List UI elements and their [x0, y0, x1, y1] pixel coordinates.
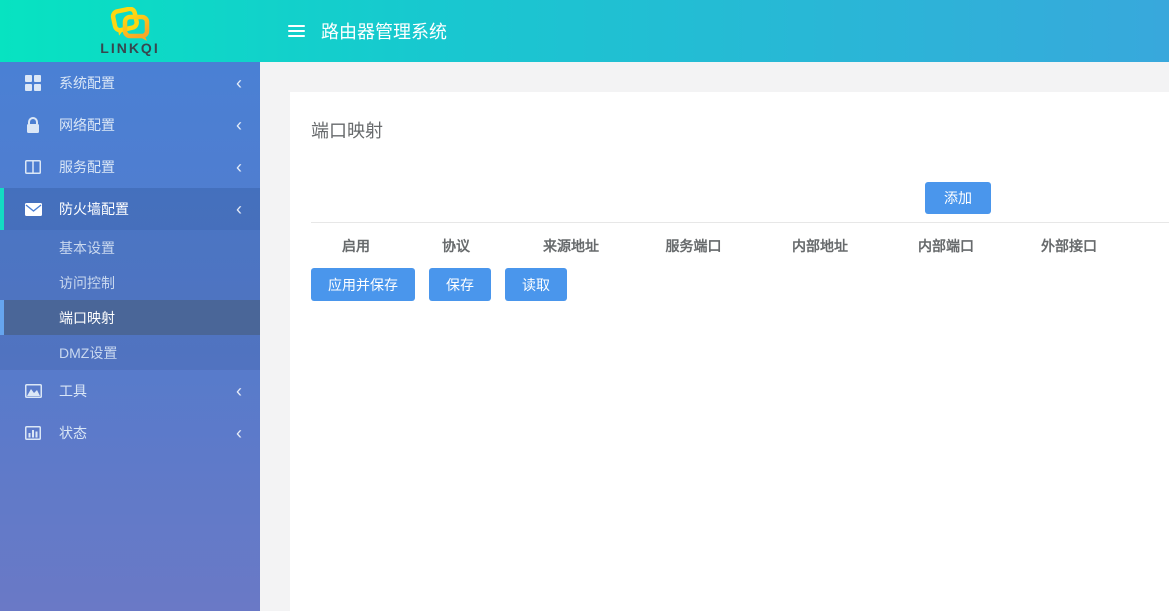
sidebar-subitem-dmz-settings[interactable]: DMZ设置 — [0, 335, 260, 370]
sidebar: 系统配置 ‹ 网络配置 ‹ 服务配置 ‹ 防火墙配置 — [0, 62, 260, 611]
top-header: LINKQI 路由器管理系统 — [0, 0, 1169, 62]
port-mapping-panel: 端口映射 添加 启用 协议 来源地址 服务端口 内部地址 — [290, 92, 1169, 611]
col-enable: 启用 — [311, 223, 401, 268]
save-button[interactable]: 保存 — [429, 268, 491, 301]
chevron-left-icon: ‹ — [236, 200, 242, 218]
chevron-left-icon: ‹ — [236, 158, 242, 176]
col-source-address: 来源地址 — [511, 223, 631, 268]
sidebar-item-system-config[interactable]: 系统配置 ‹ — [0, 62, 260, 104]
sidebar-item-network-config[interactable]: 网络配置 ‹ — [0, 104, 260, 146]
menu-toggle-icon[interactable] — [288, 25, 305, 37]
grid-icon — [24, 74, 42, 92]
lock-icon — [24, 116, 42, 134]
logo: LINKQI — [0, 0, 260, 62]
col-internal-port: 内部端口 — [884, 223, 1008, 268]
apply-and-save-button[interactable]: 应用并保存 — [311, 268, 415, 301]
sidebar-item-status[interactable]: 状态 ‹ — [0, 412, 260, 454]
col-internal-address: 内部地址 — [756, 223, 884, 268]
sidebar-item-label: 服务配置 — [59, 157, 236, 177]
sidebar-item-service-config[interactable]: 服务配置 ‹ — [0, 146, 260, 188]
page-title: 端口映射 — [311, 118, 1148, 144]
sidebar-item-label: 工具 — [59, 381, 236, 401]
columns-icon — [24, 158, 42, 176]
action-button-row: 应用并保存 保存 读取 — [311, 268, 1148, 301]
firewall-submenu: 基本设置 访问控制 端口映射 DMZ设置 — [0, 230, 260, 370]
app-title: 路由器管理系统 — [321, 18, 447, 44]
add-button[interactable]: 添加 — [925, 182, 991, 214]
col-settings: 设置 — [1130, 223, 1169, 268]
chevron-left-icon: ‹ — [236, 116, 242, 134]
chevron-left-icon: ‹ — [236, 382, 242, 400]
col-service-port: 服务端口 — [631, 223, 756, 268]
sidebar-item-label: 系统配置 — [59, 73, 236, 93]
read-button[interactable]: 读取 — [505, 268, 567, 301]
sidebar-item-tools[interactable]: 工具 ‹ — [0, 370, 260, 412]
bar-chart-icon — [24, 424, 42, 442]
sub-item-label: 端口映射 — [59, 308, 115, 328]
sidebar-item-firewall-config[interactable]: 防火墙配置 ‹ — [0, 188, 260, 230]
main-content: 端口映射 添加 启用 协议 来源地址 服务端口 内部地址 — [260, 62, 1169, 611]
area-chart-icon — [24, 382, 42, 400]
sub-item-label: 基本设置 — [59, 238, 115, 258]
sidebar-subitem-basic-settings[interactable]: 基本设置 — [0, 230, 260, 265]
sidebar-subitem-port-mapping[interactable]: 端口映射 — [0, 300, 260, 335]
port-mapping-table: 启用 协议 来源地址 服务端口 内部地址 内部端口 外部接口 设置 — [311, 222, 1169, 268]
logo-bubbles-icon — [107, 7, 153, 43]
col-external-interface: 外部接口 — [1008, 223, 1130, 268]
chevron-left-icon: ‹ — [236, 424, 242, 442]
sidebar-subitem-access-control[interactable]: 访问控制 — [0, 265, 260, 300]
sidebar-item-label: 网络配置 — [59, 115, 236, 135]
envelope-icon — [24, 200, 42, 218]
table-header-row: 启用 协议 来源地址 服务端口 内部地址 内部端口 外部接口 设置 — [311, 223, 1169, 268]
logo-text: LINKQI — [100, 41, 159, 55]
sub-item-label: DMZ设置 — [59, 343, 117, 363]
col-protocol: 协议 — [401, 223, 511, 268]
chevron-left-icon: ‹ — [236, 74, 242, 92]
sidebar-item-label: 防火墙配置 — [59, 199, 236, 219]
sidebar-item-label: 状态 — [59, 423, 236, 443]
sub-item-label: 访问控制 — [59, 273, 115, 293]
